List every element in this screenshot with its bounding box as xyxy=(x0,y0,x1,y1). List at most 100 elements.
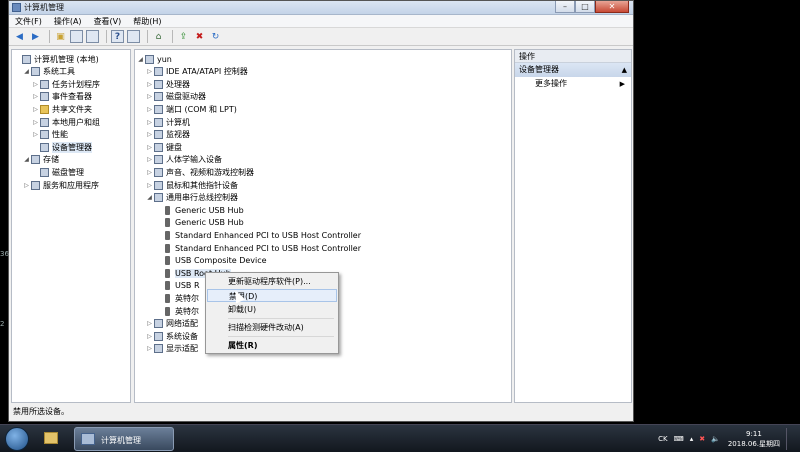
sound-icon xyxy=(154,167,163,177)
device-tree-item-row[interactable]: Standard Enhanced PCI to USB Host Contro… xyxy=(155,242,361,254)
expand-arrow-icon[interactable]: ▷ xyxy=(146,156,153,163)
console-tree-item-row[interactable]: ◢ 系统工具 xyxy=(23,66,75,78)
more-actions[interactable]: 更多操作 ▶ xyxy=(515,77,631,91)
device-tree-item-row[interactable]: ◢ 通用串行总线控制器 xyxy=(146,192,238,204)
console-tree-item-row[interactable]: ▷ 服务和应用程序 xyxy=(23,179,99,191)
console-tree-item-row[interactable]: ▷ 任务计划程序 xyxy=(32,78,100,90)
minimize-button[interactable]: – xyxy=(555,1,575,13)
device-tree-item-row[interactable]: ▷ 端口 (COM 和 LPT) xyxy=(146,103,237,115)
expand-arrow-icon[interactable]: ▷ xyxy=(32,106,39,113)
show-desktop-button[interactable] xyxy=(786,428,796,450)
console-tree-item-row[interactable]: ▷ 共享文件夹 xyxy=(32,103,92,115)
expand-arrow-icon[interactable]: ◢ xyxy=(23,68,30,75)
device-tree-item-row[interactable]: ◢ yun xyxy=(137,53,172,65)
taskbar-explorer-button[interactable] xyxy=(38,427,70,451)
properties-icon[interactable] xyxy=(127,30,140,43)
forward-arrow-icon[interactable]: ▶ xyxy=(29,30,42,43)
volume-icon[interactable]: 🔈 xyxy=(711,435,720,443)
expand-arrow-icon[interactable]: ▷ xyxy=(146,182,153,189)
enable-device-icon[interactable]: ↻ xyxy=(209,30,222,43)
close-button[interactable]: ✕ xyxy=(595,1,629,13)
export-list-icon[interactable] xyxy=(86,30,99,43)
tray-arrow-icon[interactable]: ▴ xyxy=(690,435,694,443)
expand-arrow-icon[interactable]: ◢ xyxy=(146,194,153,201)
expand-arrow-icon[interactable]: ▷ xyxy=(146,119,153,126)
collapse-up-icon[interactable]: ▲ xyxy=(622,63,627,77)
device-tree-item-row[interactable]: ▷ 声音、视频和游戏控制器 xyxy=(146,166,254,178)
system-device-icon xyxy=(154,331,163,341)
up-folder-icon[interactable]: ▣ xyxy=(54,30,67,43)
expand-arrow-icon[interactable]: ▷ xyxy=(32,93,39,100)
network-warning-icon[interactable]: ✖ xyxy=(699,435,705,443)
device-tree-item-row[interactable]: ▷ 监视器 xyxy=(146,129,190,141)
device-tree-item-row[interactable]: ▷ 鼠标和其他指针设备 xyxy=(146,179,238,191)
actions-section-device-manager[interactable]: 设备管理器 ▲ xyxy=(515,63,631,77)
console-tree-item-label: 性能 xyxy=(52,130,68,140)
device-tree-item-row[interactable]: ▷ 磁盘驱动器 xyxy=(146,91,206,103)
device-tree-item-row[interactable]: ▷ 人体学输入设备 xyxy=(146,154,222,166)
device-tree-item-row[interactable]: ▷ 计算机 xyxy=(146,116,190,128)
context-update-driver[interactable]: 更新驱动程序软件(P)... xyxy=(207,275,337,288)
expand-arrow-icon[interactable]: ▷ xyxy=(146,144,153,151)
expand-arrow-icon[interactable]: ▷ xyxy=(23,182,30,189)
console-tree-item-row[interactable]: ◢ 存储 xyxy=(23,154,59,166)
expand-arrow-icon[interactable]: ▷ xyxy=(146,106,153,113)
start-button[interactable] xyxy=(5,427,29,451)
device-tree-item-row[interactable]: Generic USB Hub xyxy=(155,217,244,229)
expand-arrow-icon[interactable]: ▷ xyxy=(146,81,153,88)
device-tree-item-row[interactable]: USB Composite Device xyxy=(155,255,267,267)
expand-arrow-icon[interactable]: ▷ xyxy=(146,320,153,327)
context-disable[interactable]: 禁用(D) xyxy=(207,289,337,302)
console-tree-item-row[interactable]: 磁盘管理 xyxy=(32,166,84,178)
language-indicator[interactable]: CK xyxy=(658,435,667,443)
console-tree-item-row[interactable]: 设备管理器 xyxy=(32,141,92,153)
taskbar-computer-management-button[interactable]: 计算机管理 xyxy=(74,427,174,451)
device-tree-item-row[interactable]: ▷ 键盘 xyxy=(146,141,182,153)
expand-arrow-icon[interactable]: ▷ xyxy=(146,93,153,100)
menu-help[interactable]: 帮助(H) xyxy=(133,16,161,27)
console-tree-item-row[interactable]: ▷ 本地用户和组 xyxy=(32,116,100,128)
uninstall-icon[interactable]: ✖ xyxy=(193,30,206,43)
update-driver-icon[interactable]: ⇪ xyxy=(177,30,190,43)
context-scan-hardware[interactable]: 扫描检测硬件改动(A) xyxy=(207,321,337,334)
device-tree-item-row[interactable]: ▷ 网络适配 xyxy=(146,318,198,330)
console-tree-icon[interactable] xyxy=(70,30,83,43)
title-bar[interactable]: 计算机管理 – □ ✕ xyxy=(9,1,633,15)
device-tree-item-row[interactable]: ▷ 显示适配 xyxy=(146,343,198,355)
expand-arrow-icon[interactable]: ▷ xyxy=(32,119,39,126)
expand-arrow-icon[interactable]: ▷ xyxy=(146,169,153,176)
console-tree-item-row[interactable]: ▷ 性能 xyxy=(32,129,68,141)
clock[interactable]: 9:11 2018.06.星期四 xyxy=(728,429,780,449)
usb-device-icon xyxy=(165,268,170,278)
expand-arrow-icon[interactable]: ▷ xyxy=(146,345,153,352)
expand-arrow-icon[interactable]: ▷ xyxy=(146,333,153,340)
context-uninstall[interactable]: 卸载(U) xyxy=(207,303,337,316)
menu-action[interactable]: 操作(A) xyxy=(54,16,82,27)
expand-arrow-icon[interactable]: ▷ xyxy=(146,131,153,138)
expand-arrow-icon[interactable]: ▷ xyxy=(32,81,39,88)
device-tree-item-row[interactable]: Generic USB Hub xyxy=(155,204,244,216)
maximize-button[interactable]: □ xyxy=(575,1,595,13)
expand-arrow-icon[interactable]: ◢ xyxy=(23,156,30,163)
console-tree-item-label: 共享文件夹 xyxy=(52,104,92,114)
back-arrow-icon[interactable]: ◀ xyxy=(13,30,26,43)
keyboard-icon[interactable]: ⌨ xyxy=(674,435,684,443)
help-icon[interactable]: ? xyxy=(111,30,124,43)
device-tree-item-row[interactable]: 英特尔 xyxy=(155,305,199,317)
expand-arrow-icon[interactable]: ▷ xyxy=(32,131,39,138)
console-tree-item-row[interactable]: ▷ 事件查看器 xyxy=(32,91,92,103)
menu-file[interactable]: 文件(F) xyxy=(15,16,42,27)
expand-arrow-icon[interactable]: ▷ xyxy=(146,68,153,75)
console-tree-item-row[interactable]: 计算机管理 (本地) xyxy=(14,53,99,65)
device-tree-item-row[interactable]: ▷ IDE ATA/ATAPI 控制器 xyxy=(146,66,248,78)
menu-view[interactable]: 查看(V) xyxy=(94,16,122,27)
device-tree-item-row[interactable]: Standard Enhanced PCI to USB Host Contro… xyxy=(155,229,361,241)
device-tree-item-row[interactable]: ▷ 处理器 xyxy=(146,78,190,90)
device-tree-item-row[interactable]: 英特尔 xyxy=(155,292,199,304)
scan-hardware-icon[interactable]: ⌂ xyxy=(152,30,165,43)
device-tree-item-row[interactable]: USB R xyxy=(155,280,200,292)
context-properties[interactable]: 属性(R) xyxy=(207,339,337,352)
taskbar-app-label: 计算机管理 xyxy=(101,436,141,445)
device-tree-item-row[interactable]: ▷ 系统设备 xyxy=(146,330,198,342)
expand-arrow-icon[interactable]: ◢ xyxy=(137,56,144,63)
